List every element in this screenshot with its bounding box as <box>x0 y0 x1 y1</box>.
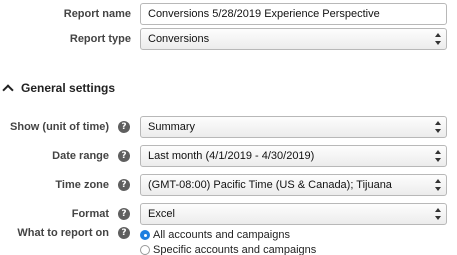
what-to-report-label: What to report on <box>17 227 109 239</box>
format-select[interactable]: Excel <box>140 203 447 225</box>
report-type-row: Report type Conversions <box>0 28 457 50</box>
radio-all-accounts-label: All accounts and campaigns <box>153 229 290 241</box>
help-icon[interactable]: ? <box>118 208 130 220</box>
select-arrows-icon <box>435 208 441 220</box>
date-range-value: Last month (4/1/2019 - 4/30/2019) <box>148 150 315 162</box>
time-zone-value: (GMT-08:00) Pacific Time (US & Canada); … <box>148 179 392 191</box>
show-select[interactable]: Summary <box>140 116 447 138</box>
report-type-select[interactable]: Conversions <box>140 28 447 50</box>
radio-unselected-icon[interactable] <box>140 245 150 255</box>
chevron-up-icon <box>2 84 14 96</box>
format-value: Excel <box>148 208 175 220</box>
show-row: Show (unit of time) ? Summary <box>0 116 457 138</box>
date-range-select[interactable]: Last month (4/1/2019 - 4/30/2019) <box>140 145 447 167</box>
date-range-row: Date range ? Last month (4/1/2019 - 4/30… <box>0 145 457 167</box>
date-range-label: Date range <box>52 150 109 162</box>
report-name-input[interactable]: Conversions 5/28/2019 Experience Perspec… <box>140 3 447 25</box>
report-name-row: Report name Conversions 5/28/2019 Experi… <box>0 3 457 25</box>
report-name-label: Report name <box>63 8 131 20</box>
help-icon[interactable]: ? <box>118 121 130 133</box>
time-zone-select[interactable]: (GMT-08:00) Pacific Time (US & Canada); … <box>140 174 447 196</box>
section-title: General settings <box>21 81 116 95</box>
time-zone-label: Time zone <box>55 179 109 191</box>
show-value: Summary <box>148 121 196 133</box>
help-icon[interactable]: ? <box>118 150 130 162</box>
time-zone-row: Time zone ? (GMT-08:00) Pacific Time (US… <box>0 174 457 196</box>
format-label: Format <box>71 208 109 220</box>
select-arrows-icon <box>435 150 441 162</box>
general-settings-header[interactable]: General settings <box>0 80 300 98</box>
select-arrows-icon <box>435 33 441 45</box>
radio-selected-icon[interactable] <box>140 230 150 240</box>
report-type-label: Report type <box>69 33 131 45</box>
select-arrows-icon <box>435 179 441 191</box>
report-type-value: Conversions <box>148 33 210 45</box>
format-row: Format ? Excel <box>0 203 457 225</box>
help-icon[interactable]: ? <box>118 227 130 239</box>
radio-specific-accounts-label: Specific accounts and campaigns <box>153 244 317 255</box>
select-arrows-icon <box>435 121 441 133</box>
help-icon[interactable]: ? <box>118 179 130 191</box>
show-label: Show (unit of time) <box>10 121 109 133</box>
